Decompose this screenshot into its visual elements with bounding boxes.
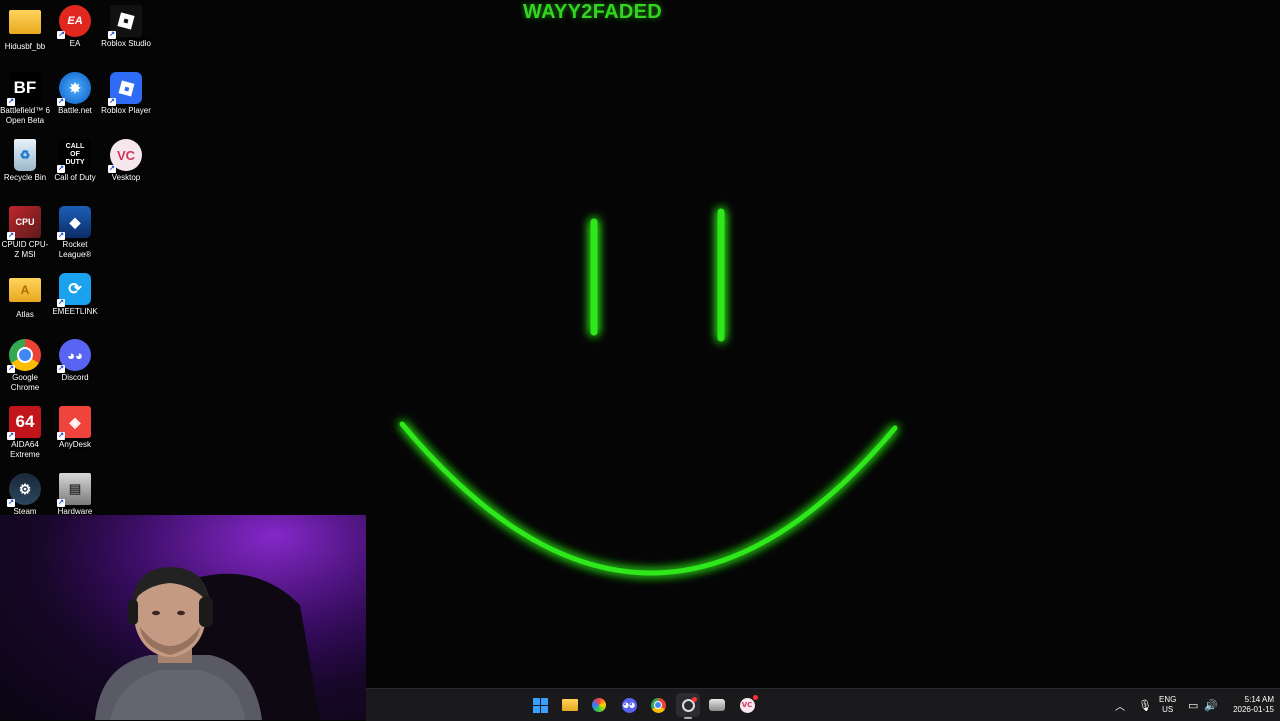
taskbar-game-app[interactable] [705, 693, 729, 717]
folder-icon [9, 10, 41, 34]
discord-icon: ◕◕ ↗ [57, 339, 91, 373]
language-code: ENG [1159, 695, 1177, 704]
desktop-icon-label: CPUID CPU-Z MSI [1, 240, 49, 259]
desktop-icon-label: Rocket League® [58, 240, 92, 259]
tray-language[interactable]: ENG US [1159, 689, 1176, 721]
battlefield-icon: BF ↗ [7, 72, 41, 106]
emeetlink-icon: ⟳ ↗ [57, 273, 91, 307]
taskbar-start-button[interactable] [528, 693, 552, 717]
desktop-icon-label: Google Chrome [10, 373, 40, 392]
desktop-icon-label: AIDA64 Extreme [10, 440, 40, 459]
region-code: US [1162, 705, 1174, 714]
desktop-icon-steam[interactable]: ⚙ ↗ Steam [0, 468, 50, 517]
tray-network[interactable]: ▭ [1188, 689, 1198, 721]
desktop-icon-label: EMEETLINK [52, 307, 98, 316]
desktop-icon-aida64[interactable]: 64 ↗ AIDA64 Extreme [0, 401, 50, 459]
windows-start-icon [532, 697, 548, 713]
file-explorer-icon [562, 699, 578, 711]
taskbar-vesktop[interactable]: VC [735, 693, 759, 717]
chrome-icon: ↗ [7, 339, 41, 373]
desktop-icon-label: Call of Duty [54, 173, 96, 182]
desktop-icon-label: AnyDesk [58, 440, 91, 449]
tray-clock[interactable]: 5:14 AM 2026-01-15 [1219, 689, 1274, 721]
taskbar-capture-app[interactable] [676, 693, 700, 719]
tray-volume[interactable]: 🔊 [1204, 689, 1218, 721]
desktop-icon-cpuz[interactable]: CPU ↗ CPUID CPU-Z MSI [0, 201, 50, 259]
speaker-icon: 🔊 [1204, 699, 1218, 712]
vesktop-icon: VC ↗ [108, 139, 142, 173]
cpuz-icon: CPU ↗ [7, 206, 41, 240]
desktop-icon-label: Atlas [16, 310, 34, 319]
chevron-up-icon: ︿ [1115, 701, 1125, 713]
aida64-icon: 64 ↗ [7, 406, 41, 440]
desktop-icon-label: Roblox Player [101, 106, 151, 115]
game-app-icon [709, 699, 725, 711]
webcam-person-image [0, 515, 366, 720]
ea-icon: EA ↗ [57, 5, 91, 39]
desktop-icon-label: EA [69, 39, 81, 48]
desktop-icon-recycle-bin[interactable]: ♻ Recycle Bin [0, 134, 50, 183]
taskbar-color-app[interactable] [587, 693, 611, 717]
desktop-icon-call-of-duty[interactable]: CALL OF DUTY ↗ Call of Duty [50, 134, 100, 183]
color-app-icon [592, 698, 606, 712]
vesktop-icon: VC [739, 694, 758, 713]
desktop-icon-battlefield[interactable]: BF ↗ Battlefield™ 6 Open Beta [0, 67, 50, 125]
wallpaper-title: WAYY2FADED [523, 1, 662, 23]
chrome-icon [650, 697, 666, 713]
capture-app-icon [681, 696, 697, 712]
desktop-icon-rocket-league[interactable]: ◆ ↗ Rocket League® [50, 201, 100, 259]
desktop-icon-chrome[interactable]: ↗ Google Chrome [0, 334, 50, 392]
desktop-icon-label: Roblox Studio [101, 39, 151, 48]
tray-microphone[interactable]: 🎙 [1138, 689, 1152, 721]
desktop-icon-label: Recycle Bin [3, 173, 47, 182]
desktop-icon-atlas[interactable]: A Atlas [0, 268, 50, 320]
desktop-icon-vesktop[interactable]: VC ↗ Vesktop [101, 134, 151, 183]
hardware-icon: ▤ ↗ [57, 473, 91, 507]
recycle-bin-icon: ♻ [14, 139, 36, 171]
microphone-icon: 🎙 [1138, 699, 1152, 712]
desktop-icon-battlenet[interactable]: ✸ ↗ Battle.net [50, 67, 100, 116]
discord-icon: ◕◕ [621, 697, 637, 713]
roblox-studio-icon: ↗ [108, 5, 142, 39]
rocket-league-icon: ◆ ↗ [57, 206, 91, 240]
desktop-icon-discord[interactable]: ◕◕ ↗ Discord [50, 334, 100, 383]
anydesk-icon: ◈ ↗ [57, 406, 91, 440]
desktop-icon-label: Hidusbf_bb [4, 42, 46, 51]
taskbar: ◕◕ VC ︿ 🎙 ENG US ▭ 🔊 5:14 AM 2026-01-15 [366, 688, 1280, 721]
desktop-icon-label: Discord [61, 373, 89, 382]
desktop-icon-hidusbf[interactable]: Hidusbf_bb [0, 0, 50, 52]
clock-time: 5:14 AM [1244, 695, 1274, 704]
taskbar-chrome[interactable] [646, 693, 670, 717]
tray-overflow-chevron[interactable]: ︿ [1115, 689, 1125, 721]
call-of-duty-icon: CALL OF DUTY ↗ [57, 139, 91, 173]
desktop-icon-roblox-player[interactable]: ↗ Roblox Player [101, 67, 151, 116]
webcam-overlay [0, 515, 366, 720]
desktop-icon-emeetlink[interactable]: ⟳ ↗ EMEETLINK [50, 268, 100, 317]
roblox-player-icon: ↗ [108, 72, 142, 106]
atlas-folder-icon: A [9, 278, 41, 302]
clock-date: 2026-01-15 [1233, 705, 1274, 714]
desktop-icon-hardware[interactable]: ▤ ↗ Hardware [50, 468, 100, 517]
desktop-icon-ea[interactable]: EA ↗ EA [50, 0, 100, 49]
desktop-icon-label: Battle.net [58, 106, 92, 115]
desktop-icon-roblox-studio[interactable]: ↗ Roblox Studio [101, 0, 151, 49]
taskbar-file-explorer[interactable] [558, 693, 582, 717]
network-icon: ▭ [1188, 699, 1199, 712]
battlenet-icon: ✸ ↗ [57, 72, 91, 106]
desktop-icon-anydesk[interactable]: ◈ ↗ AnyDesk [50, 401, 100, 450]
desktop-icon-label: Vesktop [111, 173, 141, 182]
desktop-icon-label: Battlefield™ 6 Open Beta [0, 106, 50, 125]
taskbar-discord[interactable]: ◕◕ [617, 693, 641, 717]
steam-icon: ⚙ ↗ [7, 473, 41, 507]
